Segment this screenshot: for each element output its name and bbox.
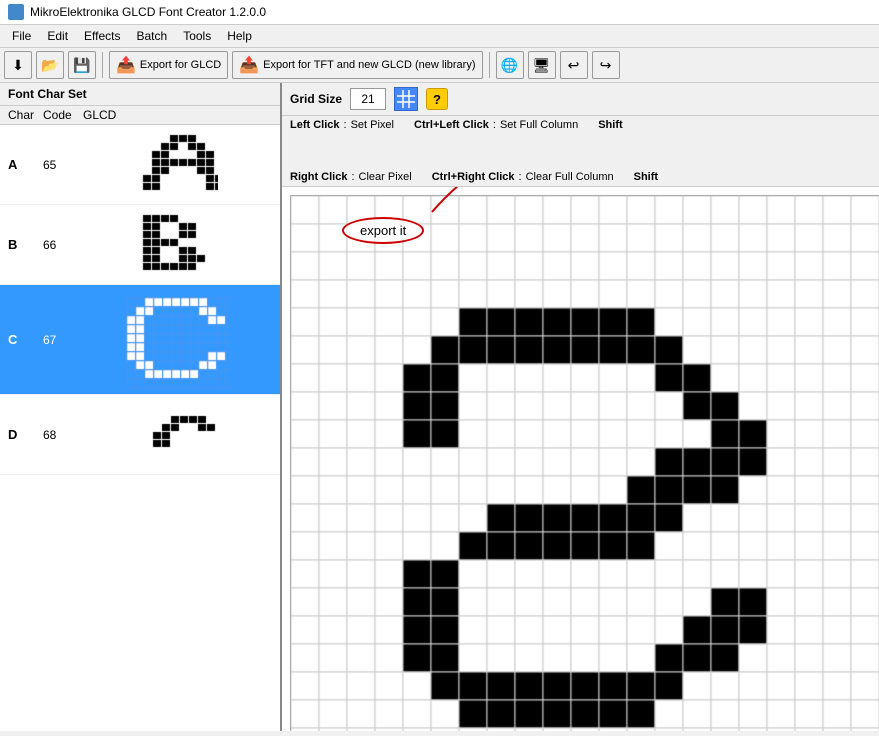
char-d-label: D bbox=[8, 427, 43, 442]
menu-file[interactable]: File bbox=[4, 27, 39, 45]
char-d-code: 68 bbox=[43, 428, 83, 442]
glyph-d-canvas bbox=[138, 400, 218, 470]
char-row-b[interactable]: B 66 bbox=[0, 205, 280, 285]
col-glcd: GLCD bbox=[83, 108, 272, 122]
toolbar-redo-btn[interactable]: ↪ bbox=[592, 51, 620, 79]
instr-shift-left: Shift bbox=[598, 119, 622, 131]
glyph-c-canvas bbox=[123, 290, 233, 390]
menu-tools[interactable]: Tools bbox=[175, 27, 219, 45]
char-row-c[interactable]: C 67 bbox=[0, 285, 280, 395]
instr-left-click-val: Set Pixel bbox=[351, 119, 394, 131]
char-c-label: C bbox=[8, 332, 43, 347]
toolbar-sep2 bbox=[489, 52, 490, 78]
instr-left-click-key: Left Click bbox=[290, 119, 340, 131]
export-tft-btn[interactable]: 📤 Export for TFT and new GLCD (new libra… bbox=[232, 51, 482, 79]
right-panel: Grid Size ? Left Click : Set Pixel Ctr bbox=[282, 83, 879, 731]
instr-right-click-val: Clear Pixel bbox=[359, 171, 412, 183]
instr-shift-right: Shift bbox=[634, 171, 658, 183]
instr-shift-key: Shift bbox=[598, 119, 622, 131]
toolbar-save-btn[interactable]: 💾 bbox=[68, 51, 96, 79]
toolbar-sep1 bbox=[102, 52, 103, 78]
char-b-code: 66 bbox=[43, 238, 83, 252]
glyph-a-canvas bbox=[138, 130, 218, 200]
instr-shift-right-key: Shift bbox=[634, 171, 658, 183]
instr-ctrl-right: Ctrl+Right Click : Clear Full Column bbox=[432, 171, 614, 183]
char-a-label: A bbox=[8, 157, 43, 172]
instr-left-click: Left Click : Set Pixel bbox=[290, 119, 394, 131]
menu-bar: File Edit Effects Batch Tools Help bbox=[0, 25, 879, 48]
instr-right-click: Right Click : Clear Pixel bbox=[290, 171, 412, 183]
export-glcd-btn[interactable]: 📤 Export for GLCD bbox=[109, 51, 228, 79]
toolbar: ⬇ 📂 💾 📤 Export for GLCD 📤 Export for TFT… bbox=[0, 48, 879, 83]
char-list: A 65 B 66 C 67 bbox=[0, 125, 280, 731]
instr-ctrl-right-key: Ctrl+Right Click bbox=[432, 171, 515, 183]
instr-right-click-key: Right Click bbox=[290, 171, 347, 183]
char-b-label: B bbox=[8, 237, 43, 252]
instr-ctrl-left-key: Ctrl+Left Click bbox=[414, 119, 489, 131]
toolbar-monitor-btn[interactable]: 🖥 bbox=[528, 51, 556, 79]
toolbar-undo-btn[interactable]: ↩ bbox=[560, 51, 588, 79]
help-icon-btn[interactable]: ? bbox=[426, 88, 448, 110]
toolbar-open-btn[interactable]: 📂 bbox=[36, 51, 64, 79]
col-code: Code bbox=[43, 108, 83, 122]
char-d-glyph bbox=[83, 400, 272, 470]
pixel-grid-canvas[interactable] bbox=[290, 195, 879, 731]
glyph-b-canvas bbox=[138, 210, 218, 280]
title-bar: MikroElektronika GLCD Font Creator 1.2.0… bbox=[0, 0, 879, 25]
char-c-code: 67 bbox=[43, 333, 83, 347]
menu-edit[interactable]: Edit bbox=[39, 27, 76, 45]
grid-size-input[interactable] bbox=[350, 88, 386, 110]
char-c-glyph bbox=[83, 290, 272, 390]
char-row-d[interactable]: D 68 bbox=[0, 395, 280, 475]
instr-ctrl-left-val: Set Full Column bbox=[500, 119, 578, 131]
grid-size-bar: Grid Size ? bbox=[282, 83, 879, 116]
char-b-glyph bbox=[83, 210, 272, 280]
export-glcd-label: Export for GLCD bbox=[140, 59, 221, 71]
export-tft-label: Export for TFT and new GLCD (new library… bbox=[263, 59, 475, 71]
menu-help[interactable]: Help bbox=[219, 27, 260, 45]
instructions-bar: Left Click : Set Pixel Ctrl+Left Click :… bbox=[282, 116, 879, 187]
export-tft-icon: 📤 bbox=[239, 55, 259, 75]
col-char: Char bbox=[8, 108, 43, 122]
instr-ctrl-left: Ctrl+Left Click : Set Full Column bbox=[414, 119, 578, 131]
menu-effects[interactable]: Effects bbox=[76, 27, 128, 45]
grid-size-label: Grid Size bbox=[290, 92, 342, 106]
grid-svg-icon bbox=[397, 90, 415, 108]
font-char-set-header: Font Char Set bbox=[0, 83, 280, 106]
export-glcd-icon: 📤 bbox=[116, 55, 136, 75]
toolbar-globe-btn[interactable]: 🌐 bbox=[496, 51, 524, 79]
instr-ctrl-right-val: Clear Full Column bbox=[526, 171, 614, 183]
app-icon bbox=[8, 4, 24, 20]
main-layout: Font Char Set Char Code GLCD A 65 B 66 bbox=[0, 83, 879, 731]
char-a-glyph bbox=[83, 130, 272, 200]
col-headers: Char Code GLCD bbox=[0, 106, 280, 125]
app-title: MikroElektronika GLCD Font Creator 1.2.0… bbox=[30, 5, 266, 19]
char-row-a[interactable]: A 65 bbox=[0, 125, 280, 205]
pixel-grid-area: export it bbox=[282, 187, 879, 731]
toolbar-arrow-btn[interactable]: ⬇ bbox=[4, 51, 32, 79]
menu-batch[interactable]: Batch bbox=[129, 27, 176, 45]
char-a-code: 65 bbox=[43, 158, 83, 172]
grid-icon-btn[interactable] bbox=[394, 87, 418, 111]
left-panel: Font Char Set Char Code GLCD A 65 B 66 bbox=[0, 83, 282, 731]
